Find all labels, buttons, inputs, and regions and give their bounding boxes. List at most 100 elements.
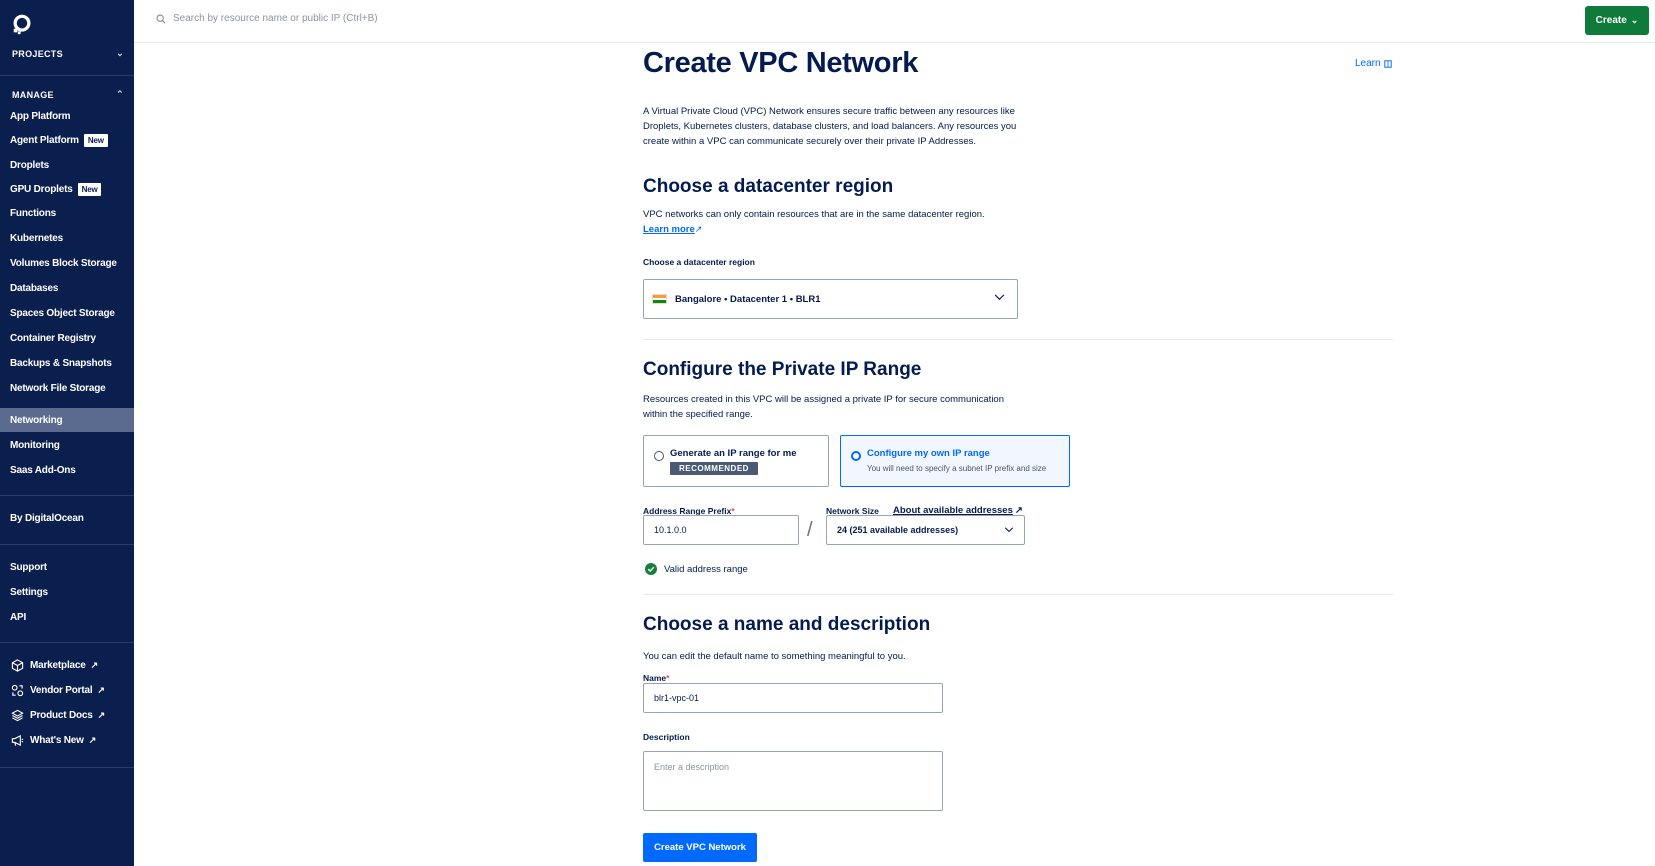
learn-link[interactable]: Learn [1355, 58, 1392, 69]
ip-range-description: Resources created in this VPC will be as… [643, 394, 1004, 420]
divider [0, 544, 134, 545]
name-label: Name* [643, 673, 669, 683]
region-description: VPC networks can only contain resources … [643, 207, 985, 237]
description-label: Description [643, 732, 690, 742]
digitalocean-logo-icon[interactable] [11, 14, 33, 36]
sidebar-item-container-registry[interactable]: Container Registry [0, 326, 134, 350]
manage-toggle[interactable]: MANAGE ⌃ [12, 89, 124, 100]
sidebar-item-backups[interactable]: Backups & Snapshots [0, 351, 134, 375]
ip-range-heading: Configure the Private IP Range [643, 359, 922, 380]
valid-range-status: Valid address range [645, 563, 748, 575]
external-link-icon: ↗ [694, 224, 703, 234]
divider [0, 495, 134, 496]
sidebar-item-label: Settings [10, 586, 48, 598]
radio-checked[interactable] [851, 451, 861, 461]
sidebar-item-label: Product Docs [30, 709, 93, 721]
sidebar-item-monitoring[interactable]: Monitoring [0, 433, 134, 457]
chevron-up-icon: ⌃ [116, 89, 124, 99]
section-divider [643, 594, 1393, 595]
sidebar-item-by-digitalocean[interactable]: By DigitalOcean [0, 506, 134, 530]
create-vpc-button[interactable]: Create VPC Network [643, 833, 757, 862]
sidebar-item-label: Network File Storage [10, 382, 106, 394]
sidebar-item-network-file-storage[interactable]: Network File Storage [0, 376, 134, 400]
generate-ip-range-option[interactable]: Generate an IP range for me RECOMMENDED [643, 435, 829, 487]
region-heading: Choose a datacenter region [643, 176, 894, 197]
sidebar-item-spaces[interactable]: Spaces Object Storage [0, 301, 134, 325]
sidebar-item-label: Monitoring [10, 439, 60, 451]
sidebar-item-saas-addons[interactable]: Saas Add-Ons [0, 458, 134, 482]
sidebar-item-api[interactable]: API [0, 605, 134, 629]
learn-label: Learn [1355, 58, 1381, 69]
sidebar-item-label: API [10, 611, 27, 623]
region-select[interactable]: Bangalore • Datacenter 1 • BLR1 [643, 279, 1018, 319]
check-circle-icon [645, 563, 657, 575]
divider [0, 642, 134, 643]
sidebar-item-databases[interactable]: Databases [0, 276, 134, 300]
sidebar-item-label: Volumes Block Storage [10, 257, 117, 269]
sidebar-item-label: GPU Droplets [10, 183, 73, 195]
sidebar-item-marketplace[interactable]: Marketplace ↗ [0, 653, 134, 677]
chevron-down-icon: ⌄ [1630, 15, 1639, 25]
sidebar-item-label: Agent Platform [10, 134, 79, 146]
sidebar-item-kubernetes[interactable]: Kubernetes [0, 226, 134, 250]
sidebar-item-networking[interactable]: Networking [0, 408, 134, 432]
sidebar-item-label: Saas Add-Ons [10, 464, 76, 476]
book-icon [1383, 59, 1392, 68]
india-flag-icon [652, 294, 667, 304]
sidebar-item-app-platform[interactable]: App Platform [0, 104, 134, 128]
network-size-select[interactable]: 24 (251 available addresses) [826, 515, 1025, 545]
external-link-icon: ↗ [97, 684, 105, 695]
recommended-badge: RECOMMENDED [670, 462, 758, 475]
name-input[interactable]: blr1-vpc-01 [643, 683, 943, 713]
sidebar-item-functions[interactable]: Functions [0, 201, 134, 225]
sidebar-item-label: Networking [10, 414, 63, 426]
learn-more-label: Learn more [643, 224, 695, 235]
configure-option-label: Configure my own IP range [867, 448, 990, 459]
learn-more-link[interactable]: Learn more [643, 224, 695, 235]
chevron-down-icon [994, 294, 1005, 301]
sidebar-item-label: What's New [30, 734, 84, 746]
sidebar-item-product-docs[interactable]: Product Docs ↗ [0, 703, 134, 727]
radio-unchecked[interactable] [654, 451, 664, 461]
sidebar: PROJECTS ⌄ MANAGE ⌃ App Platform Agent P… [0, 0, 134, 866]
sidebar-item-label: Droplets [10, 159, 49, 171]
sidebar-item-volumes[interactable]: Volumes Block Storage [0, 251, 134, 275]
region-selected-value: Bangalore • Datacenter 1 • BLR1 [675, 293, 821, 305]
sidebar-item-whats-new[interactable]: What's New ↗ [0, 728, 134, 752]
search-icon [156, 13, 166, 24]
cube-icon [10, 658, 24, 672]
sidebar-item-label: Marketplace [30, 659, 86, 671]
sidebar-item-settings[interactable]: Settings [0, 580, 134, 604]
search-input[interactable]: Search by resource name or public IP (Ct… [156, 13, 378, 24]
required-marker: * [666, 673, 670, 683]
sidebar-item-droplets[interactable]: Droplets [0, 153, 134, 177]
sidebar-item-vendor-portal[interactable]: Vendor Portal ↗ [0, 678, 134, 702]
sidebar-item-label: Databases [10, 282, 59, 294]
intro-text: A Virtual Private Cloud (VPC) Network en… [643, 106, 1017, 147]
projects-toggle[interactable]: PROJECTS ⌄ [12, 48, 124, 59]
new-badge: New [83, 133, 108, 147]
name-heading: Choose a name and description [643, 614, 931, 635]
chevron-down-icon: ⌄ [116, 48, 124, 58]
manage-label: MANAGE [12, 89, 54, 100]
sidebar-item-label: Kubernetes [10, 232, 64, 244]
sidebar-item-label: Vendor Portal [30, 684, 93, 696]
sidebar-item-label: Backups & Snapshots [10, 357, 112, 369]
name-label-text: Name [643, 673, 667, 683]
sidebar-item-agent-platform[interactable]: Agent Platform New [0, 128, 134, 152]
external-link-icon: ↗ [88, 734, 97, 745]
configure-ip-range-option[interactable]: Configure my own IP range You will need … [840, 435, 1070, 487]
sidebar-item-label: By DigitalOcean [10, 512, 84, 524]
sidebar-item-support[interactable]: Support [0, 555, 134, 579]
sidebar-item-label: Spaces Object Storage [10, 307, 115, 319]
region-desc-text: VPC networks can only contain resources … [643, 209, 985, 220]
topbar: Search by resource name or public IP (Ct… [134, 0, 1655, 43]
address-prefix-input[interactable]: 10.1.0.0 [643, 515, 799, 545]
external-link-icon: ↗ [90, 659, 99, 670]
divider [0, 767, 134, 768]
configure-option-sublabel: You will need to specify a subnet IP pre… [867, 464, 1047, 473]
new-badge: New [77, 182, 102, 196]
create-button[interactable]: Create ⌄ [1585, 6, 1649, 35]
sidebar-item-gpu-droplets[interactable]: GPU Droplets New [0, 177, 134, 201]
description-textarea[interactable]: Enter a description [643, 751, 943, 811]
